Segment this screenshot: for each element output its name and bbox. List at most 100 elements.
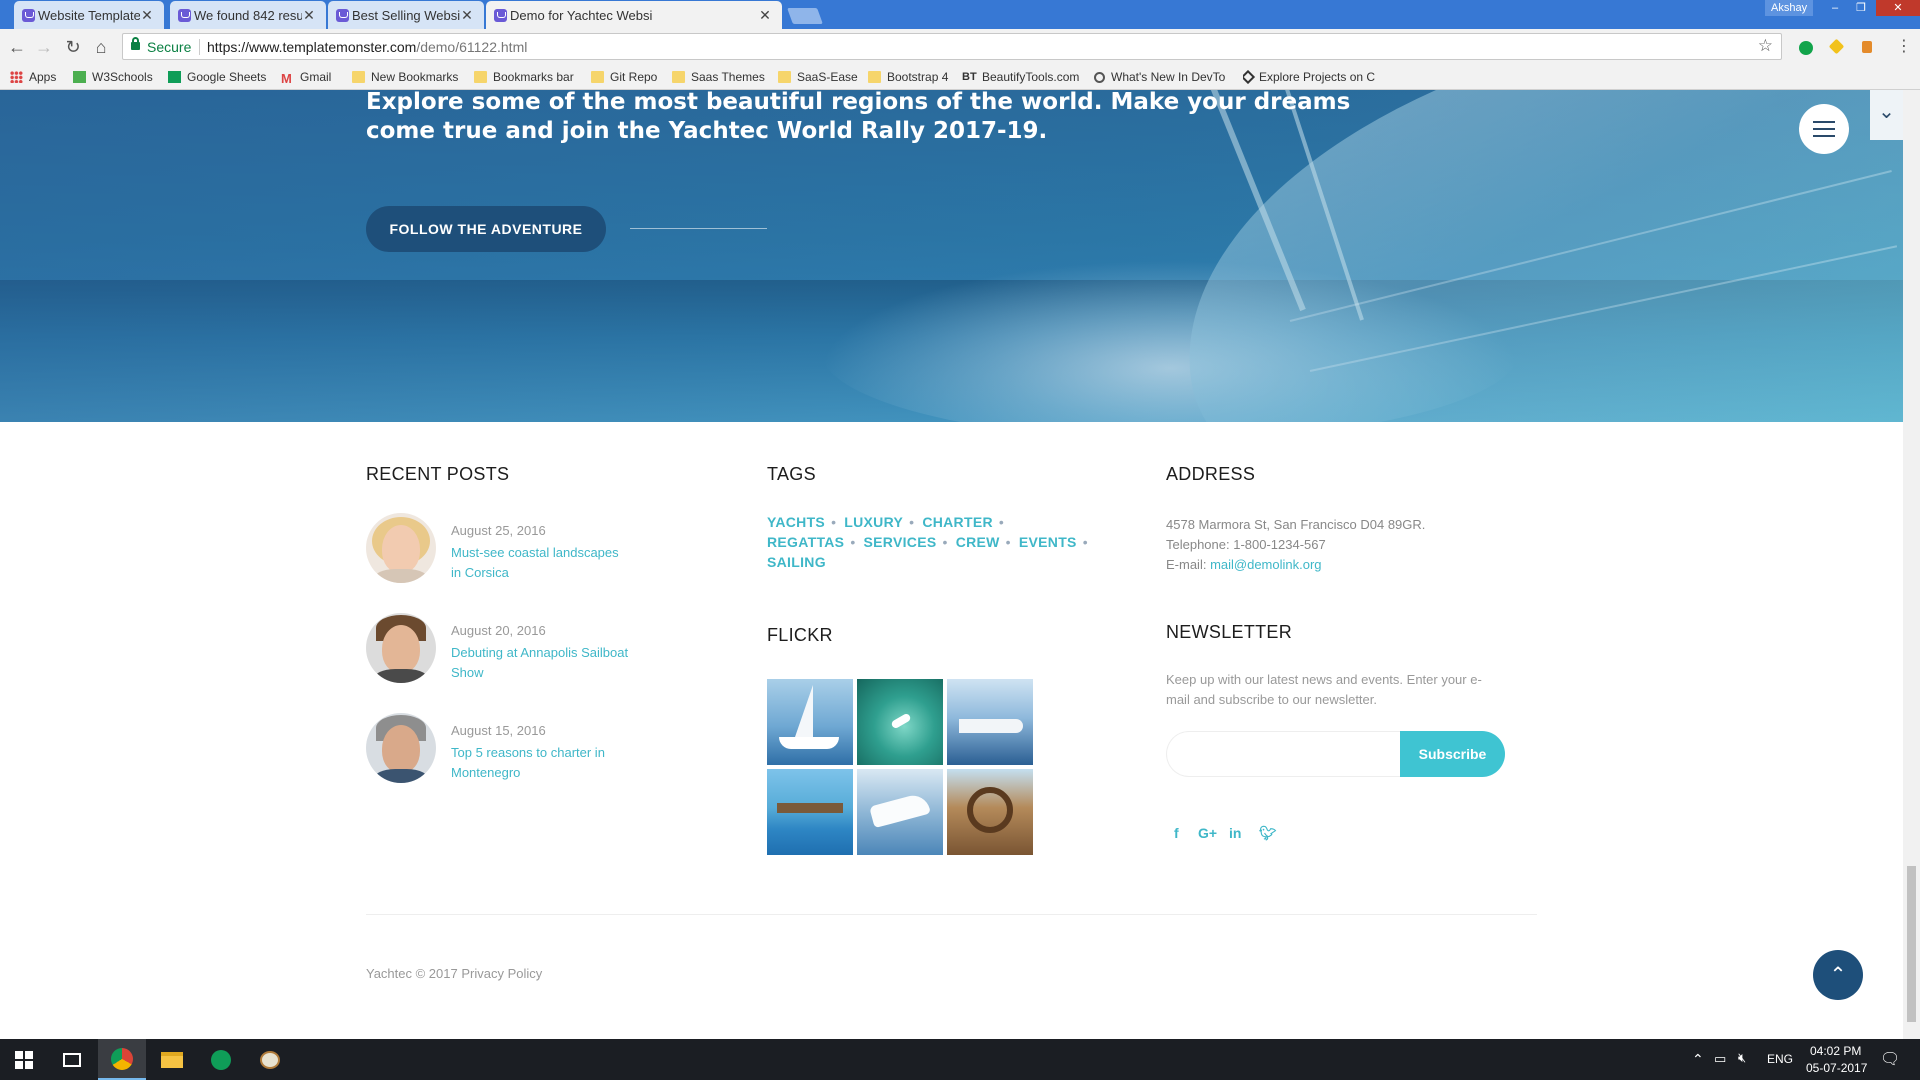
chevron-down-icon[interactable]: ⌄	[1870, 90, 1903, 140]
recent-posts-title: RECENT POSTS	[366, 464, 510, 484]
post-date: August 25, 2016	[451, 523, 546, 538]
email-label: E-mail:	[1166, 557, 1211, 572]
maximize-icon[interactable]: ❐	[1848, 0, 1874, 16]
follow-adventure-button[interactable]: FOLLOW THE ADVENTURE	[366, 206, 606, 252]
chrome-menu-icon[interactable]: ⋮	[1893, 36, 1915, 58]
facebook-icon[interactable]: f	[1174, 825, 1179, 841]
bookmark-devto[interactable]: What's New In DevTo	[1094, 70, 1230, 84]
back-to-top-button[interactable]: ⌃	[1813, 950, 1863, 1000]
close-icon[interactable]: ✕	[758, 7, 772, 24]
speedboat-shape	[869, 791, 931, 829]
avatar-face	[382, 725, 420, 773]
close-icon[interactable]: ✕	[460, 7, 474, 24]
tag-link[interactable]: CREW	[956, 532, 1000, 552]
taskbar-hangouts[interactable]	[197, 1039, 245, 1080]
bookmark-folder[interactable]: SaaS-Ease	[778, 70, 858, 84]
bookmark-label: BeautifyTools.com	[982, 70, 1080, 84]
window-close-icon[interactable]: ✕	[1876, 0, 1920, 16]
hamburger-menu-button[interactable]	[1799, 104, 1849, 154]
minimize-icon[interactable]: –	[1822, 0, 1848, 16]
recent-post: August 15, 2016 Top 5 reasons to charter…	[366, 713, 666, 793]
folder-icon	[778, 71, 791, 83]
forward-arrow-icon[interactable]: →	[33, 36, 55, 58]
tag-link[interactable]: SAILING	[767, 552, 826, 572]
flickr-thumbnail[interactable]	[767, 679, 853, 765]
scrollbar-thumb[interactable]	[1907, 866, 1916, 1022]
bookmark-folder[interactable]: Bootstrap 4	[868, 70, 948, 84]
reload-icon[interactable]: ↻	[62, 36, 84, 58]
bookmark-gmail[interactable]: M Gmail	[281, 70, 331, 86]
bookmark-w3schools[interactable]: W3Schools	[73, 70, 153, 84]
newsletter-description: Keep up with our latest news and events.…	[1166, 672, 1482, 707]
clock-date[interactable]: 05-07-2017	[1806, 1061, 1867, 1075]
notifications-icon[interactable]: 🗨︎	[1880, 1049, 1900, 1069]
home-icon[interactable]: ⌂	[90, 36, 112, 58]
flickr-thumbnail[interactable]	[767, 769, 853, 855]
templatemonster-favicon-icon	[178, 9, 191, 22]
copyright: Yachtec © 2017 Privacy Policy	[366, 966, 542, 981]
browser-tab[interactable]: Website Templates | Web ✕	[14, 1, 164, 29]
start-button[interactable]	[0, 1039, 48, 1080]
bookmark-star-icon[interactable]: ☆	[1758, 36, 1773, 56]
apps-icon	[10, 71, 23, 83]
bookmark-google-sheets[interactable]: Google Sheets	[168, 70, 266, 84]
extension-orange-icon[interactable]	[1862, 41, 1872, 53]
extension-green-icon[interactable]	[1799, 41, 1813, 55]
taskbar-paint[interactable]	[246, 1039, 294, 1080]
bookmark-apps[interactable]: Apps	[10, 70, 56, 84]
tray-chevron-icon[interactable]: ⌃	[1692, 1051, 1704, 1068]
task-view-icon	[63, 1052, 81, 1067]
back-arrow-icon[interactable]: ←	[6, 36, 28, 58]
tag-link[interactable]: REGATTAS	[767, 532, 844, 552]
flickr-thumbnail[interactable]	[857, 769, 943, 855]
taskbar-file-explorer[interactable]	[148, 1039, 196, 1080]
taskbar-chrome[interactable]	[98, 1039, 146, 1080]
close-icon[interactable]: ✕	[140, 7, 154, 24]
flickr-thumbnail[interactable]	[947, 769, 1033, 855]
tag-link[interactable]: YACHTS	[767, 512, 825, 532]
google-plus-icon[interactable]: G+	[1198, 825, 1217, 841]
tag-link[interactable]: LUXURY	[844, 512, 903, 532]
flickr-thumbnail[interactable]	[947, 679, 1033, 765]
page-scrollbar[interactable]	[1903, 90, 1920, 1039]
browser-tab[interactable]: We found 842 result(s) ✕	[170, 1, 326, 29]
bookmark-codepen[interactable]: Explore Projects on C	[1243, 70, 1379, 84]
twitter-icon[interactable]: 🐦︎	[1259, 825, 1277, 842]
bookmark-folder[interactable]: New Bookmarks	[352, 70, 458, 84]
extension-star-icon[interactable]	[1828, 38, 1845, 55]
footer-divider	[366, 914, 1537, 915]
clock-time[interactable]: 04:02 PM	[1810, 1044, 1861, 1058]
post-link[interactable]: Debuting at Annapolis Sailboat Show	[451, 643, 631, 683]
profile-button[interactable]: Akshay	[1765, 0, 1814, 16]
new-tab-button[interactable]	[787, 8, 823, 24]
bookmark-folder[interactable]: Git Repo	[591, 70, 657, 84]
privacy-policy-link[interactable]: Privacy Policy	[461, 966, 542, 981]
network-icon[interactable]: ▭	[1714, 1051, 1726, 1067]
tag-link[interactable]: SERVICES	[864, 532, 937, 552]
task-view-button[interactable]	[48, 1039, 96, 1080]
volume-mute-icon[interactable]: 🔇︎	[1738, 1050, 1746, 1066]
paint-palette-icon	[260, 1050, 280, 1069]
address-bar[interactable]: Secure https://www.templatemonster.com/d…	[122, 33, 1782, 60]
bookmark-label: Google Sheets	[187, 70, 267, 84]
language-indicator[interactable]: ENG	[1767, 1052, 1793, 1066]
bookmark-folder[interactable]: Saas Themes	[672, 70, 765, 84]
browser-tab-active[interactable]: Demo for Yachtec Websi ✕	[486, 1, 782, 29]
flickr-thumbnail[interactable]	[857, 679, 943, 765]
post-link[interactable]: Top 5 reasons to charter in Montenegro	[451, 743, 631, 783]
windows-taskbar: ⌃ ▭ 🔇︎ ENG 04:02 PM 05-07-2017 🗨︎	[0, 1039, 1920, 1080]
browser-tab[interactable]: Best Selling Website Tem ✕	[328, 1, 484, 29]
bookmark-beautifytools[interactable]: BT BeautifyTools.com	[962, 70, 1079, 84]
subscribe-button[interactable]: Subscribe	[1400, 731, 1505, 777]
bookmark-folder[interactable]: Bookmarks bar	[474, 70, 574, 84]
newsletter-email-input[interactable]	[1166, 731, 1406, 777]
email-link[interactable]: mail@demolink.org	[1210, 557, 1321, 572]
tag-link[interactable]: CHARTER	[922, 512, 993, 532]
tag-link[interactable]: EVENTS	[1019, 532, 1077, 552]
post-link[interactable]: Must-see coastal landscapes in Corsica	[451, 543, 631, 583]
tag-separator: •	[1005, 534, 1011, 550]
close-icon[interactable]: ✕	[302, 7, 316, 24]
linkedin-icon[interactable]: in	[1229, 825, 1241, 841]
address-street: 4578 Marmora St, San Francisco D04 89GR.	[1166, 517, 1426, 532]
flickr-title: FLICKR	[767, 625, 833, 645]
